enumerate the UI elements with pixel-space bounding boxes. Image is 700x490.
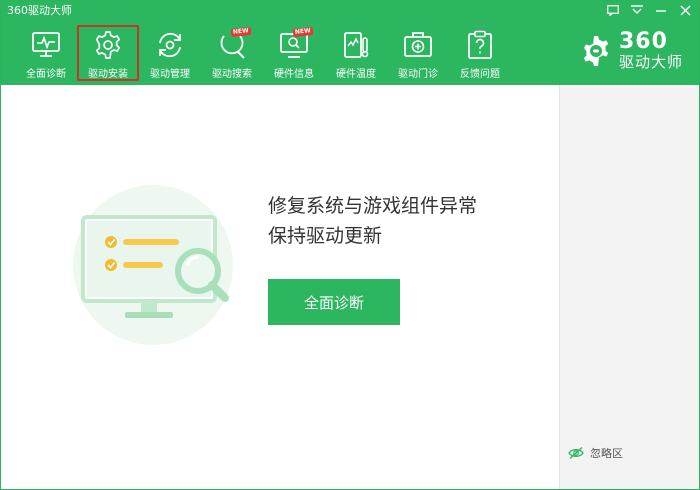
minimize-icon[interactable] [653,3,669,17]
tool-driver-manage[interactable]: 驱动管理 [139,25,201,81]
feedback-icon[interactable] [605,3,621,17]
tool-label: 反馈问题 [460,69,500,80]
main-panel: 修复系统与游戏组件异常 保持驱动更新 全面诊断 [1,85,559,489]
ignore-area-label: 忽略区 [590,447,623,460]
menu-icon[interactable] [629,3,645,17]
brand-logo: 360 驱动大师 [579,31,683,70]
tool-label: 全面诊断 [26,69,66,80]
brand-number: 360 [618,29,668,54]
diagnosis-illustration [71,185,251,349]
monitor-pulse-icon [29,28,63,62]
device-thermometer-icon [339,28,373,62]
full-diagnosis-button[interactable]: 全面诊断 [268,279,400,325]
tool-hardware-temp[interactable]: 硬件温度 [325,25,387,81]
brand-gear-icon [583,35,609,66]
tool-label: 驱动安装 [88,69,128,80]
tool-label: 驱动搜索 [212,69,252,80]
medical-kit-icon [401,28,435,62]
eye-hidden-icon [568,447,584,459]
side-panel: 忽略区 [559,85,699,489]
tool-label: 硬件信息 [274,69,314,80]
header-bar: 360驱动大师 全面诊断 驱动安装 驱动管理 NEW 驱动搜索 NEW 硬件信息… [1,1,699,85]
question-clipboard-icon [463,28,497,62]
brand-subtitle: 驱动大师 [618,53,683,71]
refresh-circle-icon [153,28,187,62]
tool-hardware-info[interactable]: NEW 硬件信息 [263,25,325,81]
tool-label: 硬件温度 [336,69,376,80]
window-controls [605,3,693,17]
tool-driver-search[interactable]: NEW 驱动搜索 [201,25,263,81]
headline-line-2: 保持驱动更新 [268,225,383,247]
tool-full-diagnosis[interactable]: 全面诊断 [15,25,77,81]
tool-label: 驱动门诊 [398,69,438,80]
headline: 修复系统与游戏组件异常 保持驱动更新 [268,191,477,251]
tool-driver-install[interactable]: 驱动安装 [77,25,139,81]
tool-feedback[interactable]: 反馈问题 [449,25,511,81]
close-icon[interactable] [677,3,693,17]
main-toolbar: 全面诊断 驱动安装 驱动管理 NEW 驱动搜索 NEW 硬件信息 硬件温度 驱动… [15,25,511,81]
window-title: 360驱动大师 [7,4,72,17]
app-window: 360驱动大师 全面诊断 驱动安装 驱动管理 NEW 驱动搜索 NEW 硬件信息… [0,0,700,490]
headline-line-1: 修复系统与游戏组件异常 [268,195,478,217]
tool-label: 驱动管理 [150,69,190,80]
ignore-area-link[interactable]: 忽略区 [568,445,623,461]
tool-driver-clinic[interactable]: 驱动门诊 [387,25,449,81]
gear-icon [91,28,125,62]
